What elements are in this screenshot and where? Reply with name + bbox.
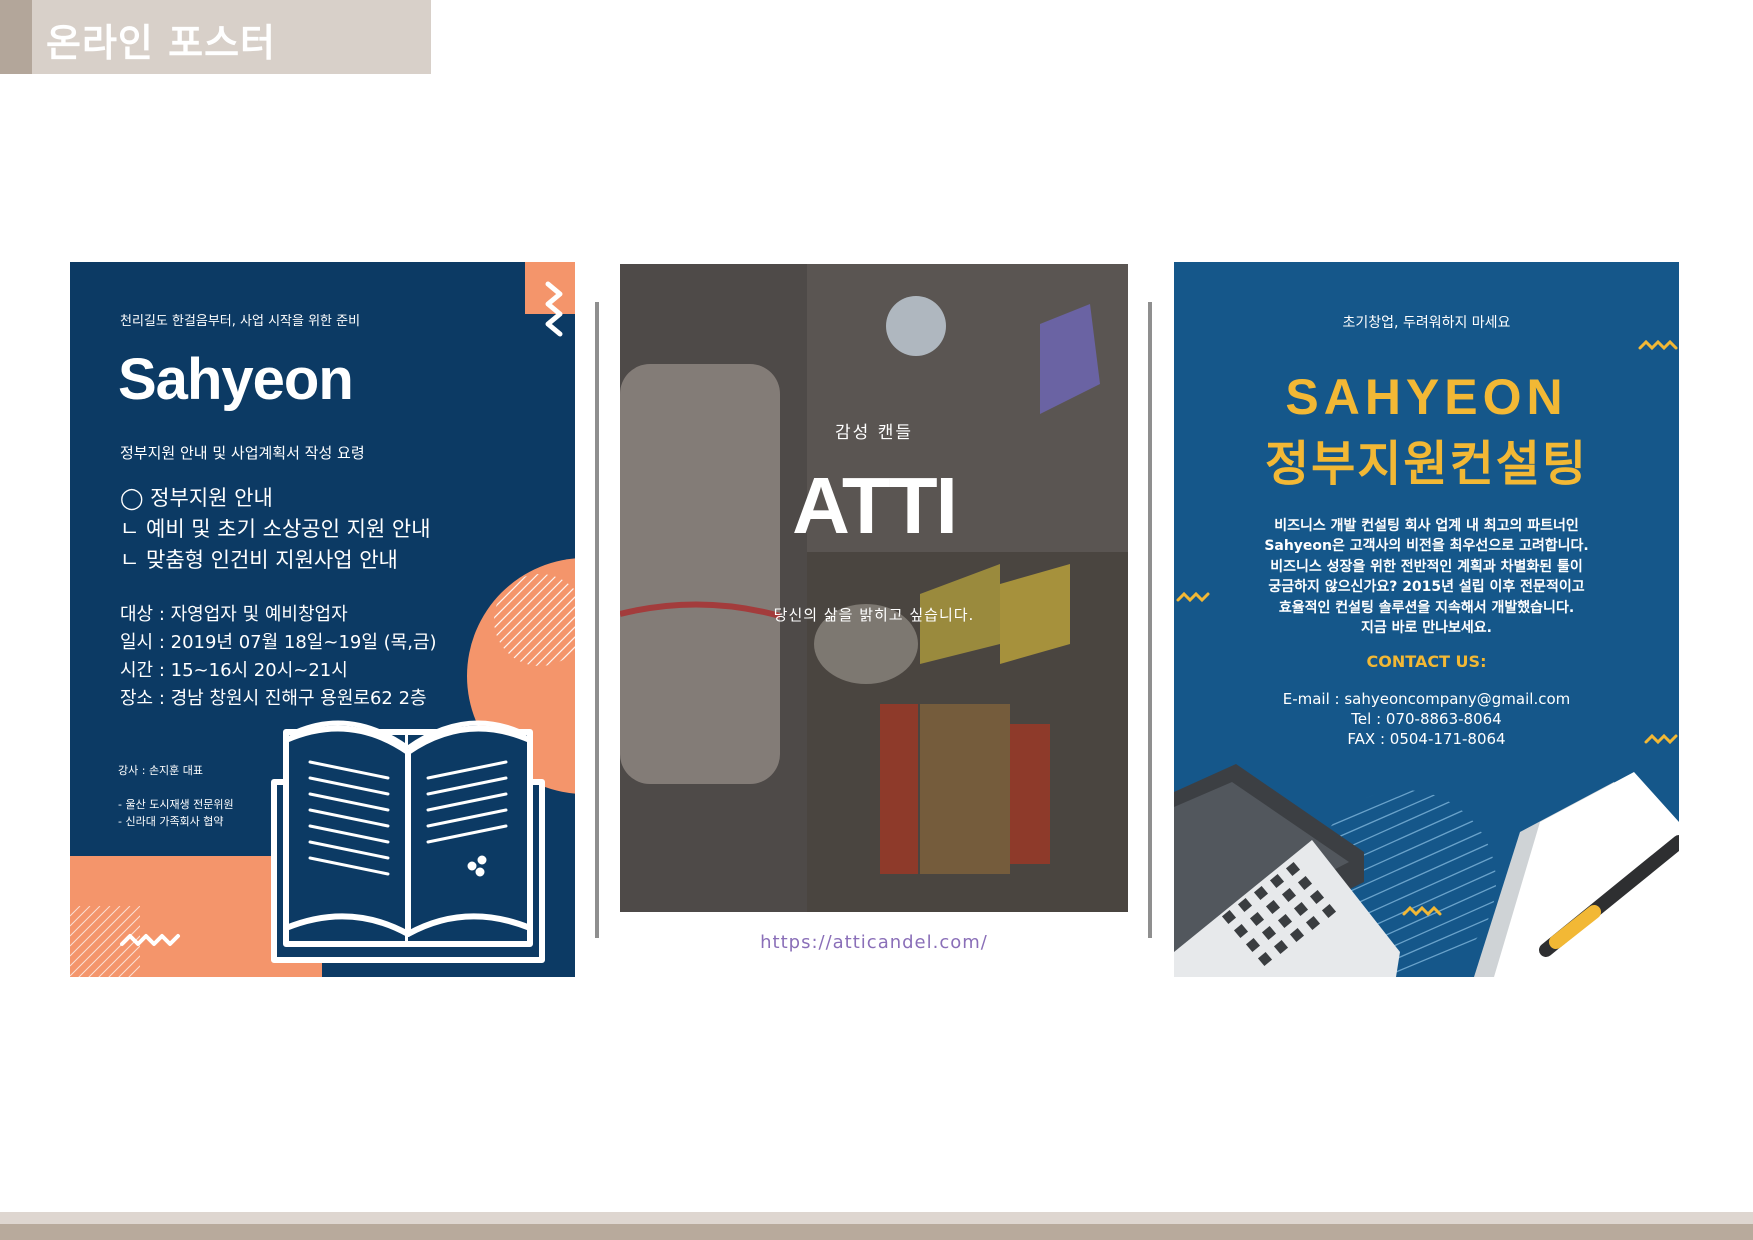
poster2-slogan: 당신의 삶을 밝히고 싶습니다. bbox=[773, 606, 975, 624]
credential-item: - 신라대 가족회사 협약 bbox=[118, 815, 224, 828]
poster3-title-line1: SAHYEON bbox=[1285, 369, 1568, 425]
poster2-url[interactable]: https://atticandel.com/ bbox=[620, 932, 1128, 953]
poster1-subtitle: 정부지원 안내 및 사업계획서 작성 요령 bbox=[120, 444, 365, 462]
lecturer-name: 강사 : 손지훈 대표 bbox=[118, 764, 204, 777]
event-time: 시간 : 15~16시 20시~21시 bbox=[120, 660, 348, 681]
poster-sahyeon-consulting: 초기창업, 두려워하지 마세요 SAHYEON 정부지원컨설팅 비즈니스 개발 … bbox=[1174, 262, 1679, 977]
poster2-kicker: 감성 캔들 bbox=[835, 423, 913, 443]
poster3-title-line2: 정부지원컨설팅 bbox=[1264, 436, 1589, 492]
laptop-icon bbox=[1174, 764, 1400, 977]
contact-fax: FAX : 0504-171-8064 bbox=[1347, 730, 1506, 748]
poster-divider bbox=[595, 302, 599, 938]
page-title: 온라인 포스터 bbox=[46, 21, 276, 65]
header-accent-tab bbox=[0, 0, 32, 74]
event-date: 일시 : 2019년 07월 18일~19일 (목,금) bbox=[120, 632, 437, 653]
footer-bar-dark bbox=[0, 1224, 1753, 1240]
poster1-event-info: 대상 : 자영업자 및 예비창업자 일시 : 2019년 07월 18일~19일… bbox=[120, 601, 437, 713]
description-line: 지금 바로 만나보세요. bbox=[1361, 620, 1492, 637]
description-line: 궁금하지 않으신가요? 2015년 설립 이후 전문적이고 bbox=[1268, 579, 1585, 596]
topic-item: ㄴ 예비 및 초기 소상공인 지원 안내 bbox=[120, 517, 431, 541]
lecturer-credentials: - 울산 도시재생 전문위원 - 신라대 가족회사 협약 bbox=[118, 796, 234, 830]
credential-item: - 울산 도시재생 전문위원 bbox=[118, 798, 234, 811]
poster2-brand: ATTI bbox=[792, 461, 958, 550]
poster3-description: 비즈니스 개발 컨설팅 회사 업계 내 최고의 파트너인 Sahyeon은 고객… bbox=[1174, 516, 1679, 638]
description-line: Sahyeon은 고객사의 비전을 최우선으로 고려합니다. bbox=[1264, 538, 1589, 555]
description-line: 비즈니스 성장을 위한 전반적인 계획과 차별화된 툴이 bbox=[1270, 558, 1583, 575]
contact-heading: CONTACT US: bbox=[1366, 652, 1487, 671]
contact-email: E-mail : sahyeoncompany@gmail.com bbox=[1282, 690, 1571, 708]
footer-bar-light bbox=[0, 1212, 1753, 1224]
description-line: 효율적인 컨설팅 솔루션을 지속해서 개발했습니다. bbox=[1278, 599, 1575, 616]
topic-item: ㄴ 맞춤형 인건비 지원사업 안내 bbox=[120, 548, 398, 572]
candle-photo-shapes bbox=[620, 296, 1100, 874]
poster1-tagline: 천리길도 한걸음부터, 사업 시작을 위한 준비 bbox=[120, 314, 361, 329]
poster-atti-candle: 감성 캔들 ATTI 당신의 삶을 밝히고 싶습니다. bbox=[620, 264, 1128, 912]
event-location: 장소 : 경남 창원시 진해구 용원로62 2층 bbox=[120, 688, 427, 709]
poster-divider bbox=[1148, 302, 1152, 938]
description-line: 비즈니스 개발 컨설팅 회사 업계 내 최고의 파트너인 bbox=[1274, 518, 1579, 534]
poster1-topic-list: ◯ 정부지원 안내 ㄴ 예비 및 초기 소상공인 지원 안내 ㄴ 맞춤형 인건비… bbox=[120, 483, 431, 576]
contact-tel: Tel : 070-8863-8064 bbox=[1351, 710, 1502, 728]
poster-sahyeon-seminar: 천리길도 한걸음부터, 사업 시작을 위한 준비 Sahyeon 정부지원 안내… bbox=[70, 262, 575, 977]
wave-icon bbox=[1638, 339, 1678, 351]
event-target: 대상 : 자영업자 및 예비창업자 bbox=[120, 604, 348, 625]
poster3-tagline: 초기창업, 두려워하지 마세요 bbox=[1342, 315, 1511, 331]
poster1-title: Sahyeon bbox=[118, 347, 354, 412]
topic-item: ◯ 정부지원 안내 bbox=[120, 486, 273, 510]
